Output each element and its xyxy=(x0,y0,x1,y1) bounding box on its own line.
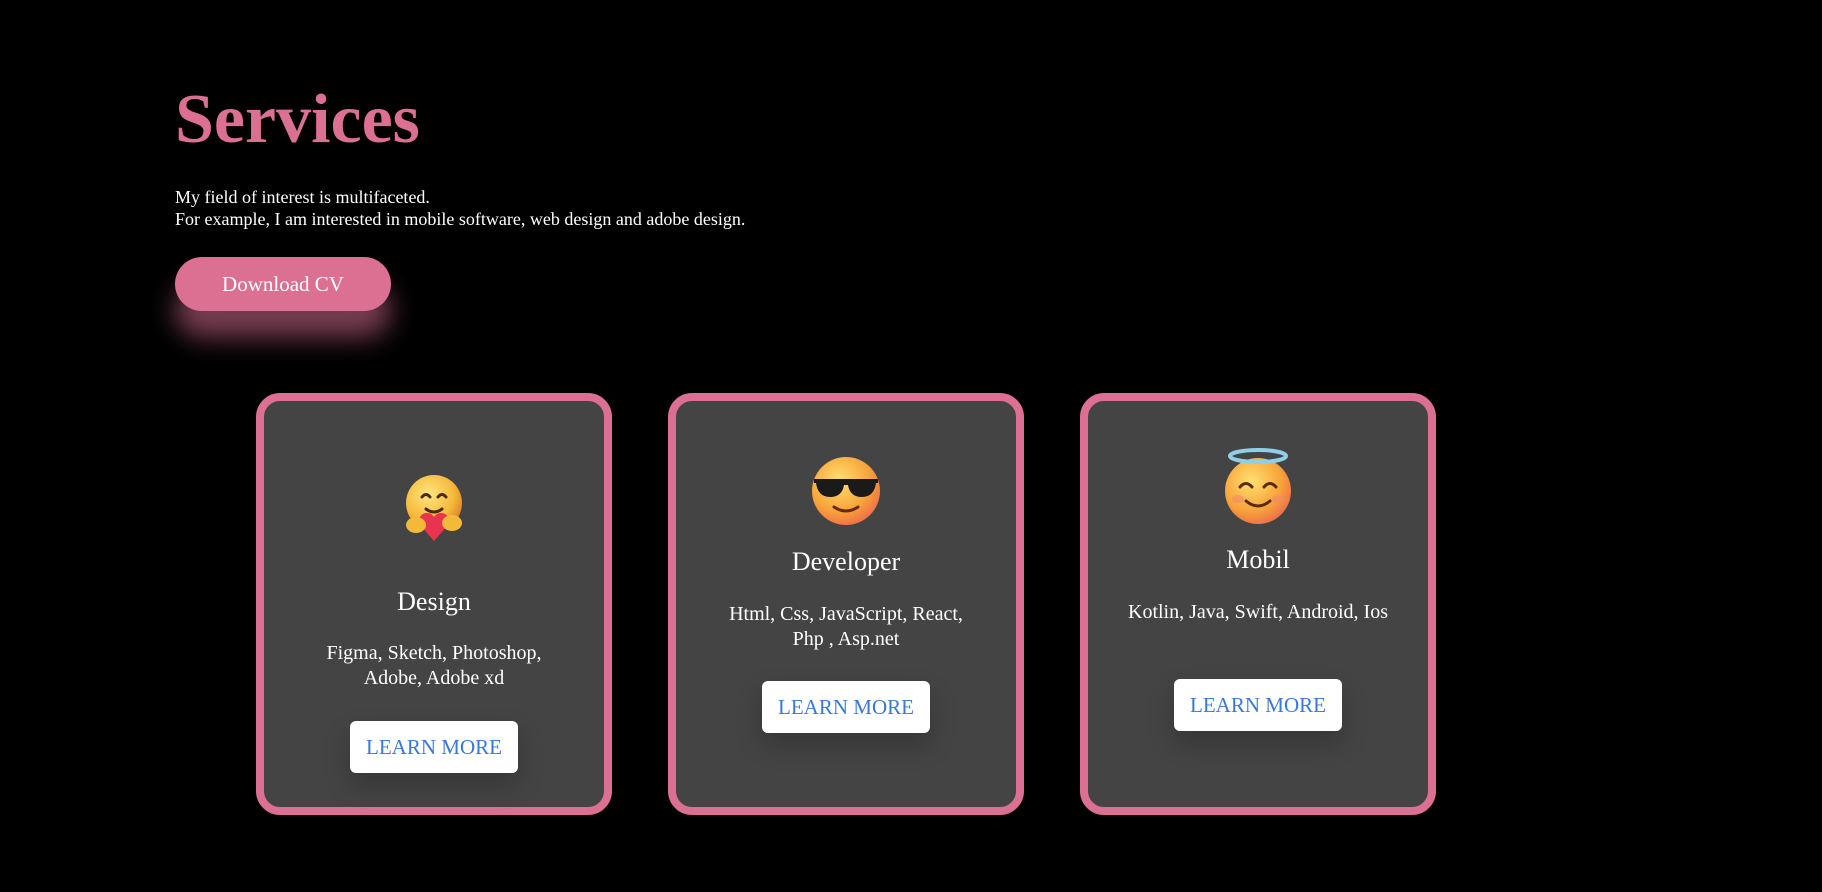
services-intro: My field of interest is multifaceted. Fo… xyxy=(175,186,745,230)
service-card-design: Design Figma, Sketch, Photoshop, Adobe, … xyxy=(256,393,612,815)
learn-more-button[interactable]: LEARN MORE xyxy=(350,721,518,773)
service-card-developer: Developer Html, Css, JavaScript, React, … xyxy=(668,393,1024,815)
download-cv-button[interactable]: Download CV xyxy=(175,257,391,311)
intro-line-2: For example, I am interested in mobile s… xyxy=(175,209,746,229)
services-title: Services xyxy=(175,81,420,158)
service-cards: Design Figma, Sketch, Photoshop, Adobe, … xyxy=(256,393,1440,815)
halo-face-emoji-icon xyxy=(1225,448,1291,524)
service-card-mobil: Mobil Kotlin, Java, Swift, Android, Ios … xyxy=(1080,393,1436,815)
card-skills: Kotlin, Java, Swift, Android, Ios xyxy=(1128,601,1388,623)
card-title: Developer xyxy=(791,547,901,576)
card-skills: Figma, Sketch, Photoshop, Adobe, Adobe x… xyxy=(326,642,542,689)
card-title: Design xyxy=(397,587,471,616)
card-title: Mobil xyxy=(1226,545,1290,574)
hugging-face-emoji-icon xyxy=(406,475,462,541)
card-skills: Html, Css, JavaScript, React, Php , Asp.… xyxy=(729,603,963,650)
learn-more-button[interactable]: LEARN MORE xyxy=(1174,679,1342,731)
services-page: Services My field of interest is multifa… xyxy=(0,0,1822,892)
sunglasses-face-emoji-icon xyxy=(812,457,880,525)
learn-more-button[interactable]: LEARN MORE xyxy=(762,681,930,733)
intro-line-1: My field of interest is multifaceted. xyxy=(175,187,430,207)
